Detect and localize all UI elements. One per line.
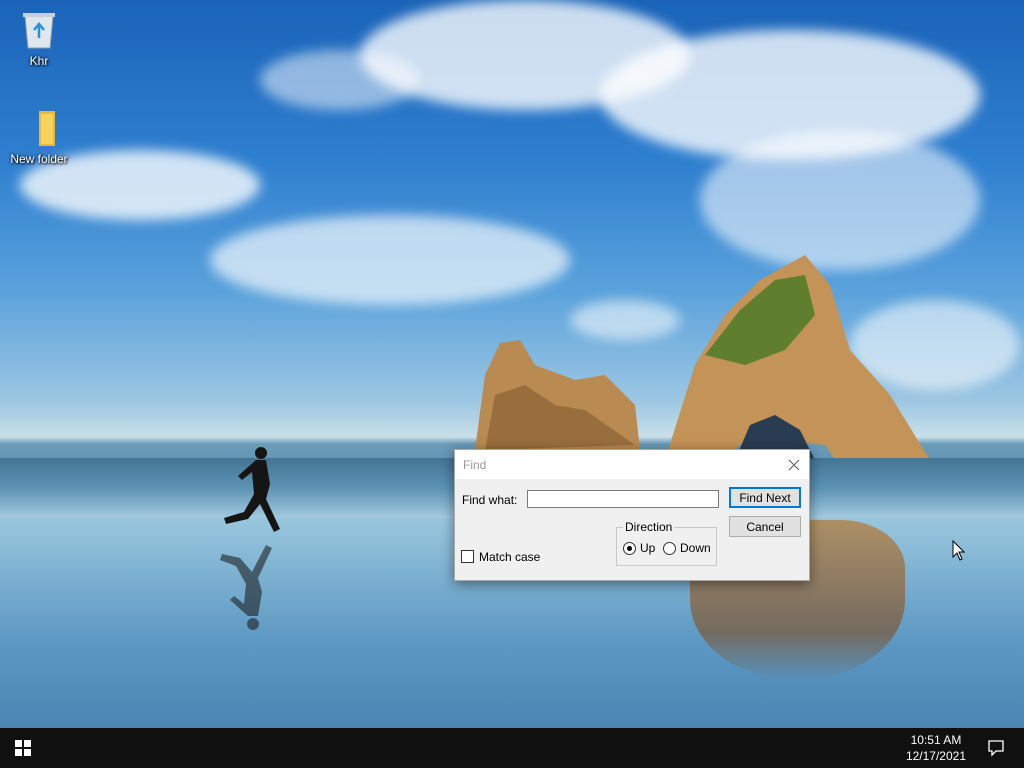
cloud bbox=[210, 215, 570, 305]
desktop-icon-label: Khr bbox=[29, 54, 49, 68]
rock-formation-left bbox=[475, 340, 640, 450]
dialog-titlebar[interactable]: Find bbox=[455, 450, 809, 479]
cloud bbox=[700, 130, 980, 270]
mouse-cursor-icon bbox=[952, 540, 966, 561]
windows-logo-icon bbox=[15, 740, 31, 756]
find-next-button[interactable]: Find Next bbox=[729, 487, 801, 508]
direction-down-label[interactable]: Down bbox=[680, 541, 711, 555]
cancel-button[interactable]: Cancel bbox=[729, 516, 801, 537]
start-button[interactable] bbox=[0, 728, 46, 768]
action-center-button[interactable] bbox=[984, 736, 1008, 760]
direction-legend: Direction bbox=[623, 520, 675, 534]
direction-down-radio[interactable] bbox=[663, 542, 676, 555]
cloud bbox=[260, 50, 420, 110]
radio-selected-dot bbox=[627, 546, 632, 551]
dialog-title: Find bbox=[463, 458, 487, 472]
desktop-icon-recycle-bin[interactable]: Khr bbox=[2, 8, 76, 68]
taskbar: 10:51 AM 12/17/2021 bbox=[0, 728, 1024, 768]
close-button[interactable] bbox=[779, 450, 809, 479]
notification-icon bbox=[988, 740, 1004, 757]
recycle-bin-icon bbox=[23, 13, 55, 49]
direction-up-radio[interactable] bbox=[623, 542, 636, 555]
find-what-input[interactable] bbox=[527, 490, 719, 508]
match-case-label[interactable]: Match case bbox=[479, 550, 540, 564]
match-case-checkbox[interactable] bbox=[461, 550, 474, 563]
desktop-icon-label: New folder bbox=[10, 152, 68, 166]
runner-silhouette bbox=[220, 447, 280, 630]
rock-arch-right bbox=[665, 255, 930, 460]
find-dialog: Find Find what: Find Next Cancel Directi… bbox=[454, 449, 810, 581]
cloud bbox=[570, 300, 680, 340]
clock-date: 12/17/2021 bbox=[905, 749, 966, 763]
folder-icon bbox=[39, 111, 55, 146]
direction-up-label[interactable]: Up bbox=[640, 541, 655, 555]
close-icon bbox=[788, 459, 800, 470]
clock-time: 10:51 AM bbox=[910, 733, 962, 747]
desktop-icon-new-folder[interactable]: New folder bbox=[2, 108, 76, 166]
find-what-label: Find what: bbox=[462, 493, 518, 507]
taskbar-clock[interactable]: 10:51 AM 12/17/2021 bbox=[906, 732, 966, 764]
direction-group: Direction Up Down bbox=[616, 520, 717, 566]
desktop-wallpaper: Khr New folder bbox=[0, 0, 1024, 728]
